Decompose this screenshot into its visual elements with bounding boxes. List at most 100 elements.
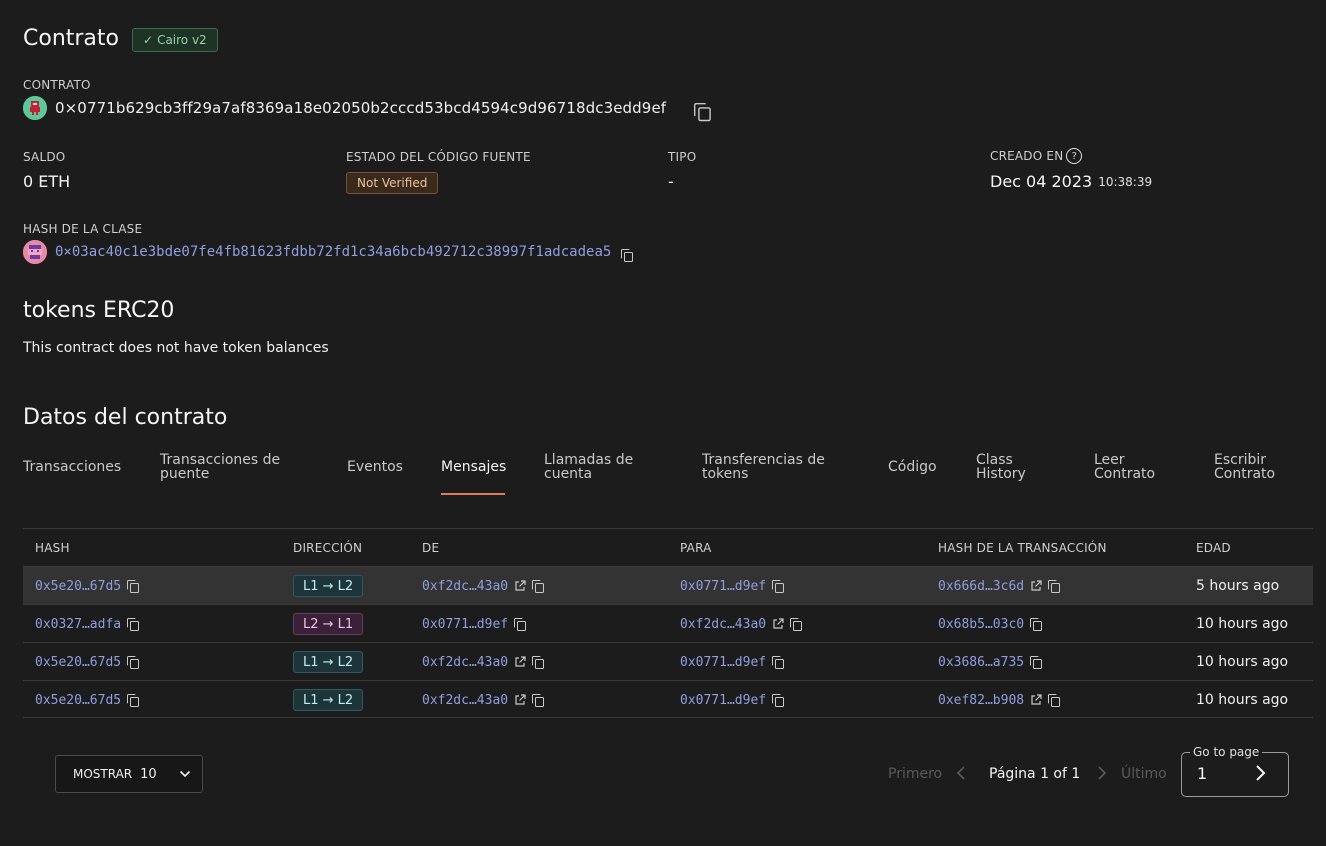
tab-class-history[interactable]: Class History <box>976 453 1026 481</box>
copy-icon[interactable] <box>127 694 140 707</box>
table-header: HASH DIRECCIÓN DE PARA HASH DE LA TRANSA… <box>23 528 1313 566</box>
to-address-link[interactable]: 0xf2dc…43a0 <box>680 617 766 632</box>
external-link-icon[interactable] <box>1030 694 1042 706</box>
tab-label: Mensajes <box>441 459 507 475</box>
mostrar-value: 10 <box>140 766 157 782</box>
external-link-icon[interactable] <box>514 656 526 668</box>
column-header-direccion: DIRECCIÓN <box>293 541 363 555</box>
tab-transacciones[interactable]: Transacciones <box>23 460 121 474</box>
from-address-link[interactable]: 0xf2dc…43a0 <box>422 655 508 670</box>
messages-table: HASH DIRECCIÓN DE PARA HASH DE LA TRANSA… <box>23 528 1313 718</box>
to-address-link[interactable]: 0x0771…d9ef <box>680 655 766 670</box>
message-hash-link[interactable]: 0x5e20…67d5 <box>35 655 121 670</box>
tab-label: Llamadas de <box>544 452 634 468</box>
page-size-select[interactable]: MOSTRAR 10 <box>55 755 203 793</box>
copy-icon[interactable] <box>1048 694 1061 707</box>
copy-icon[interactable] <box>127 656 140 669</box>
message-hash-link[interactable]: 0x5e20…67d5 <box>35 693 121 708</box>
tab-label: Transacciones <box>23 459 122 475</box>
tab-label: Class <box>976 452 1013 468</box>
tab-label: Leer <box>1094 452 1125 468</box>
copy-icon[interactable] <box>772 580 785 593</box>
from-address-link[interactable]: 0xf2dc…43a0 <box>422 693 508 708</box>
tab-label: tokens <box>702 466 749 482</box>
class-hash-link[interactable]: 0×03ac40c1e3bde07fe4fb81623fdbb72fd1c34a… <box>55 244 611 260</box>
tab-leer-contrato[interactable]: Leer Contrato <box>1094 453 1155 481</box>
tab-mensajes[interactable]: Mensajes <box>441 460 506 474</box>
tab-eventos[interactable]: Eventos <box>347 460 403 474</box>
table-row: 0x5e20…67d5 L1 → L2 0xf2dc…43a0 0x0771…d… <box>23 642 1313 680</box>
creado-value: Dec 04 2023 10:38:39 <box>990 172 1152 191</box>
creado-label: CREADO EN <box>990 149 1064 163</box>
from-address-link[interactable]: 0x0771…d9ef <box>422 617 508 632</box>
tab-label: cuenta <box>544 466 593 482</box>
copy-icon[interactable] <box>1048 580 1061 593</box>
saldo-label: SALDO <box>23 150 66 164</box>
external-link-icon[interactable] <box>1030 580 1042 592</box>
tab-transacciones-de-puente[interactable]: Transacciones de puente <box>160 453 280 481</box>
external-link-icon[interactable] <box>514 580 526 592</box>
tab-llamadas-de-cuenta[interactable]: Llamadas de cuenta <box>544 453 633 481</box>
tab-label: Eventos <box>347 459 403 475</box>
tab-label: History <box>976 466 1026 482</box>
tab-label: Transacciones de <box>160 452 281 468</box>
tab-label: puente <box>160 466 210 482</box>
chevron-left-icon[interactable] <box>955 765 967 785</box>
copy-icon[interactable] <box>532 580 545 593</box>
tab-transferencias-de-tokens[interactable]: Transferencias de tokens <box>702 453 825 481</box>
age-value: 5 hours ago <box>1196 578 1280 594</box>
table-row: 0x5e20…67d5 L1 → L2 0xf2dc…43a0 0x0771…d… <box>23 680 1313 718</box>
go-to-page-input[interactable]: 1 <box>1197 764 1207 783</box>
tab-label: Código <box>888 459 937 475</box>
copy-icon[interactable] <box>514 618 527 631</box>
chevron-right-icon[interactable] <box>1253 764 1269 782</box>
datos-title: Datos del contrato <box>23 405 228 430</box>
chevron-right-icon[interactable] <box>1096 765 1108 785</box>
tx-hash-link[interactable]: 0x666d…3c6d <box>938 579 1024 594</box>
contract-avatar <box>23 96 47 120</box>
tab-codigo[interactable]: Código <box>888 460 937 474</box>
copy-icon[interactable] <box>1030 656 1043 669</box>
to-address-link[interactable]: 0x0771…d9ef <box>680 693 766 708</box>
class-hash-label: HASH DE LA CLASE <box>23 222 143 236</box>
page-title: Contrato <box>23 26 120 51</box>
chevron-down-icon <box>179 768 191 780</box>
copy-icon[interactable] <box>694 103 711 122</box>
estado-label: ESTADO DEL CÓDIGO FUENTE <box>346 150 531 164</box>
first-page-button[interactable]: Primero <box>888 766 942 782</box>
copy-icon[interactable] <box>772 694 785 707</box>
status-badge: Not Verified <box>346 172 439 194</box>
tx-hash-link[interactable]: 0x68b5…03c0 <box>938 617 1024 632</box>
external-link-icon[interactable] <box>772 618 784 630</box>
from-address-link[interactable]: 0xf2dc…43a0 <box>422 579 508 594</box>
age-value: 10 hours ago <box>1196 616 1289 632</box>
table-row: 0x0327…adfa L2 → L1 0x0771…d9ef 0xf2dc…4… <box>23 604 1313 642</box>
copy-icon[interactable] <box>532 656 545 669</box>
direction-badge: L1 → L2 <box>293 689 364 711</box>
direction-badge: L1 → L2 <box>293 651 364 673</box>
creado-date: Dec 04 2023 <box>990 172 1093 191</box>
table-row: 0x5e20…67d5 L1 → L2 0xf2dc…43a0 0x0771…d… <box>23 566 1313 604</box>
to-address-link[interactable]: 0x0771…d9ef <box>680 579 766 594</box>
message-hash-link[interactable]: 0x5e20…67d5 <box>35 579 121 594</box>
tab-label: Transferencias de <box>702 452 825 468</box>
copy-icon[interactable] <box>532 694 545 707</box>
copy-icon[interactable] <box>621 249 634 262</box>
help-icon[interactable]: ? <box>1066 148 1083 164</box>
copy-icon[interactable] <box>127 580 140 593</box>
direction-badge: L2 → L1 <box>293 613 364 635</box>
copy-icon[interactable] <box>790 618 803 631</box>
tx-hash-link[interactable]: 0xef82…b908 <box>938 693 1024 708</box>
tab-escribir-contrato[interactable]: Escribir Contrato <box>1214 453 1275 481</box>
tx-hash-link[interactable]: 0x3686…a735 <box>938 655 1024 670</box>
external-link-icon[interactable] <box>514 694 526 706</box>
copy-icon[interactable] <box>1030 618 1043 631</box>
contract-address: 0×0771b629cb3ff29a7af8369a18e02050b2cccd… <box>55 99 667 117</box>
copy-icon[interactable] <box>772 656 785 669</box>
message-hash-link[interactable]: 0x0327…adfa <box>35 617 121 632</box>
tipo-label: TIPO <box>668 150 697 164</box>
last-page-button[interactable]: Último <box>1121 766 1167 782</box>
tab-label: Contrato <box>1094 466 1156 482</box>
tokens-title: tokens ERC20 <box>23 298 175 323</box>
copy-icon[interactable] <box>127 618 140 631</box>
